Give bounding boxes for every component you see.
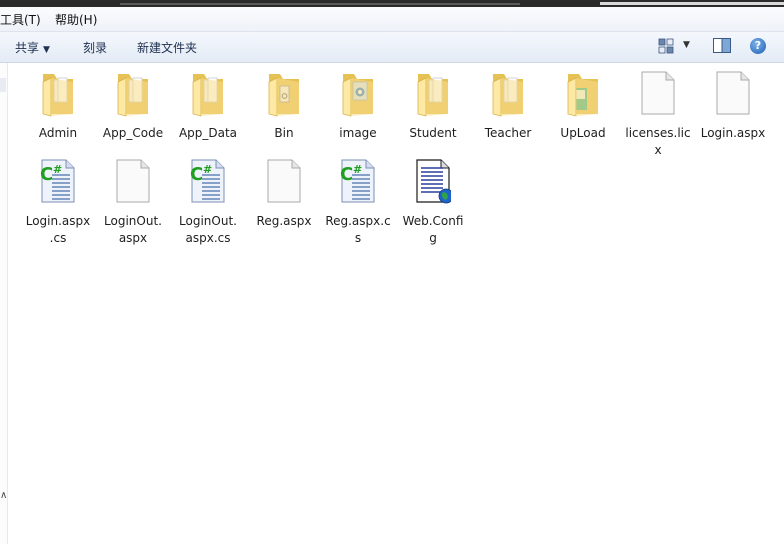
file-item-label: Login.aspx .cs xyxy=(22,213,94,247)
file-item-label: Student xyxy=(397,125,469,142)
file-item-label-line: LoginOut. xyxy=(179,214,237,228)
file-item-label-line: LoginOut. xyxy=(104,214,162,228)
csharp-file-icon: C # xyxy=(22,158,94,212)
preview-pane-icon[interactable] xyxy=(713,38,731,53)
burn-button[interactable]: 刻录 xyxy=(83,39,107,56)
file-item[interactable]: Login.aspx xyxy=(697,70,769,142)
file-item-label-line: Admin xyxy=(38,126,78,140)
file-item[interactable]: App_Data xyxy=(172,70,244,142)
blank-file-icon xyxy=(97,158,169,212)
file-item[interactable]: LoginOut. aspx xyxy=(97,158,169,247)
navigation-pane-edge xyxy=(0,63,8,544)
file-item[interactable]: Student xyxy=(397,70,469,142)
file-item-label: Login.aspx xyxy=(697,125,769,142)
config-file-icon xyxy=(397,158,469,212)
file-item-label-line: .cs xyxy=(49,231,67,245)
file-item-label-line: x xyxy=(654,143,662,157)
csharp-file-icon: C # xyxy=(322,158,394,212)
file-item-label: licenses.lic x xyxy=(622,125,694,159)
file-item-label: LoginOut. aspx xyxy=(97,213,169,247)
share-button[interactable]: 共享 ▼ xyxy=(15,39,50,56)
file-item-label-line: Login.aspx xyxy=(700,126,766,140)
file-item-label-line: g xyxy=(429,231,437,245)
svg-text:#: # xyxy=(203,163,212,176)
file-item[interactable]: Admin xyxy=(22,70,94,142)
file-item-label-line: aspx xyxy=(118,231,148,245)
file-item-label: Reg.aspx xyxy=(248,213,320,230)
chevron-down-icon: ▼ xyxy=(43,45,50,55)
folder-icon xyxy=(97,70,169,124)
file-item-label: LoginOut. aspx.cs xyxy=(172,213,244,247)
file-item-label-line: Teacher xyxy=(484,126,532,140)
views-chevron-down-icon[interactable]: ▼ xyxy=(683,40,690,50)
file-item-label-line: aspx.cs xyxy=(185,231,231,245)
folder-icon xyxy=(397,70,469,124)
menu-tools[interactable]: 工具(T) xyxy=(0,11,41,28)
file-item[interactable]: Teacher xyxy=(472,70,544,142)
file-item-label: App_Code xyxy=(97,125,169,142)
menu-bar: 工具(T) 帮助(H) xyxy=(0,7,784,32)
file-item-label: UpLoad xyxy=(547,125,619,142)
file-item[interactable]: App_Code xyxy=(97,70,169,142)
navigation-pane-scroll-mark xyxy=(0,78,6,92)
folder-icon xyxy=(172,70,244,124)
file-item-label: App_Data xyxy=(172,125,244,142)
file-item[interactable]: Bin xyxy=(248,70,320,142)
file-item-label: Bin xyxy=(248,125,320,142)
new-folder-button[interactable]: 新建文件夹 xyxy=(137,39,197,56)
file-item-label-line: UpLoad xyxy=(560,126,606,140)
folder-image-icon xyxy=(322,70,394,124)
file-item-label-line: Web.Confi xyxy=(402,214,464,228)
blank-file-icon xyxy=(248,158,320,212)
file-item-label-line: Login.aspx xyxy=(25,214,91,228)
file-item[interactable]: C # Reg.aspx.c s xyxy=(322,158,394,247)
share-label: 共享 xyxy=(15,41,40,55)
file-item-label-line: licenses.lic xyxy=(625,126,691,140)
svg-text:C: C xyxy=(340,164,353,185)
file-item-label: Admin xyxy=(22,125,94,142)
svg-text:#: # xyxy=(53,163,62,176)
svg-text:#: # xyxy=(353,163,362,176)
window-top-strip xyxy=(0,0,784,7)
file-item[interactable]: C # LoginOut. aspx.cs xyxy=(172,158,244,247)
folder-bin-icon xyxy=(248,70,320,124)
change-view-icon[interactable] xyxy=(658,38,674,54)
file-item[interactable]: image xyxy=(322,70,394,142)
blank-file-icon xyxy=(697,70,769,124)
file-item-label-line: Reg.aspx xyxy=(256,214,312,228)
top-strip-highlight xyxy=(120,3,520,5)
svg-text:C: C xyxy=(40,164,53,185)
file-item-label-line: image xyxy=(339,126,377,140)
file-item[interactable]: licenses.lic x xyxy=(622,70,694,159)
file-item[interactable]: Web.Confi g xyxy=(397,158,469,247)
file-item-label-line: App_Data xyxy=(178,126,238,140)
file-item-label-line: s xyxy=(354,231,362,245)
file-item-label: Web.Confi g xyxy=(397,213,469,247)
folder-icon xyxy=(22,70,94,124)
file-item-label-line: Reg.aspx.c xyxy=(325,214,391,228)
folder-icon xyxy=(472,70,544,124)
csharp-file-icon: C # xyxy=(172,158,244,212)
menu-help[interactable]: 帮助(H) xyxy=(55,11,97,28)
file-item-label: Reg.aspx.c s xyxy=(322,213,394,247)
file-item[interactable]: UpLoad xyxy=(547,70,619,142)
top-strip-highlight-right xyxy=(600,2,784,5)
file-item-label: Teacher xyxy=(472,125,544,142)
folder-upload-icon xyxy=(547,70,619,124)
file-item[interactable]: C # Login.aspx .cs xyxy=(22,158,94,247)
help-icon[interactable]: ? xyxy=(750,38,766,54)
navigation-pane-collapse-icon[interactable]: ∧ xyxy=(0,490,7,501)
file-item-label-line: App_Code xyxy=(102,126,164,140)
file-item-label: image xyxy=(322,125,394,142)
file-item[interactable]: Reg.aspx xyxy=(248,158,320,230)
svg-text:C: C xyxy=(190,164,203,185)
file-item-label-line: Student xyxy=(409,126,457,140)
file-item-label-line: Bin xyxy=(274,126,294,140)
blank-file-icon xyxy=(622,70,694,124)
